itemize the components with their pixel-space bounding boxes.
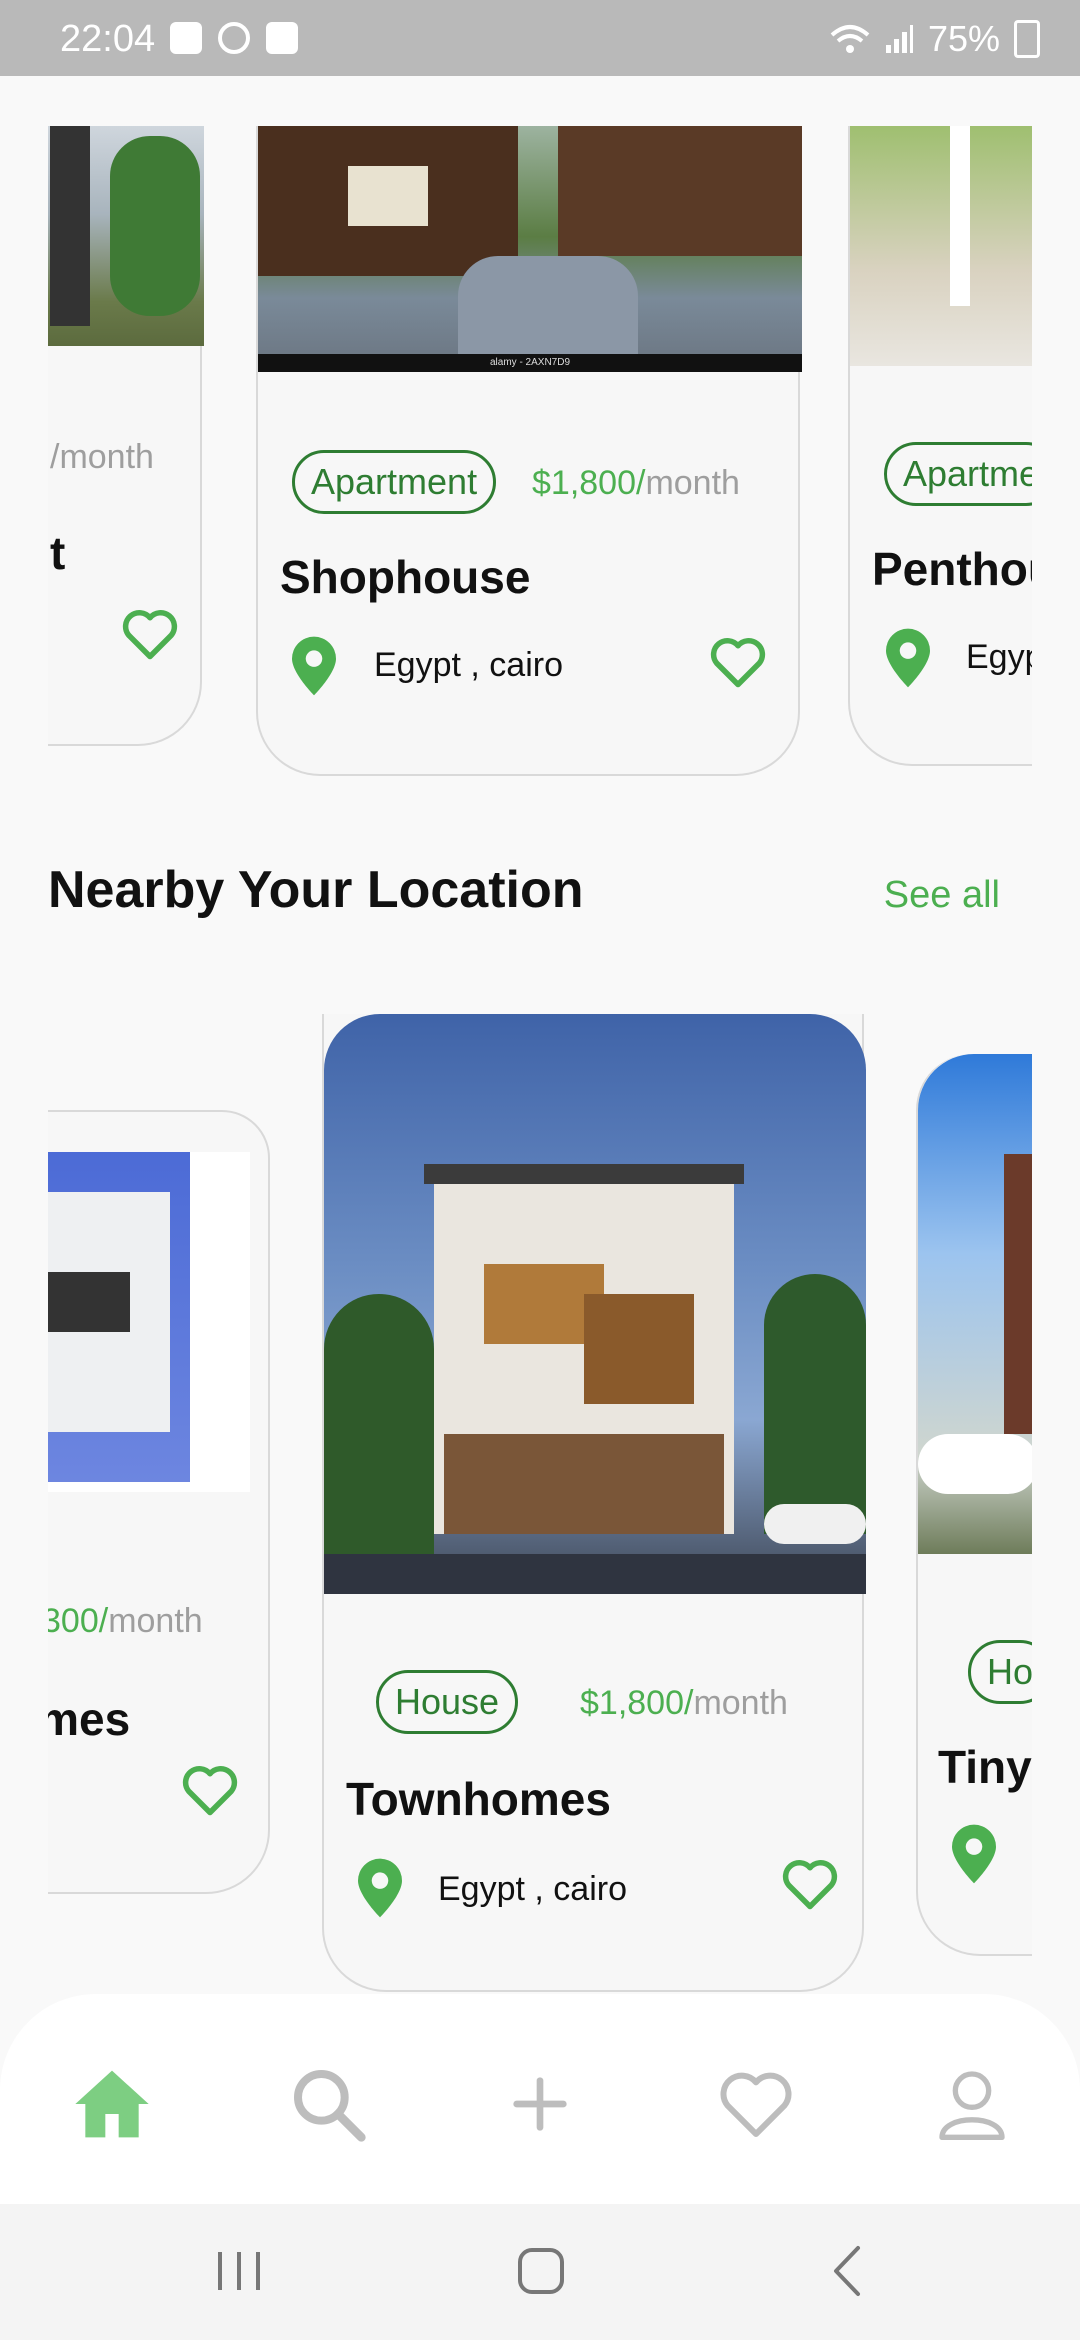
battery-icon	[1014, 20, 1040, 58]
nav-home[interactable]	[72, 2064, 152, 2144]
nav-add[interactable]	[500, 2064, 580, 2144]
price-suffix: /month	[50, 438, 154, 476]
heart-icon[interactable]	[780, 1856, 840, 1912]
search-icon	[294, 2070, 366, 2142]
price: 300/month	[48, 1602, 203, 1640]
gallery-icon	[170, 22, 202, 54]
heart-icon	[720, 2072, 792, 2137]
location-text: Egypt , cairo	[438, 1870, 627, 1908]
property-photo	[48, 1152, 250, 1492]
profile-icon	[939, 2071, 1005, 2140]
property-title: Penthou	[872, 543, 1032, 595]
property-photo	[324, 1014, 866, 1594]
checkbox-icon	[266, 22, 298, 54]
category-tag: Ho	[968, 1640, 1032, 1704]
location-pin-icon	[952, 1824, 996, 1884]
nav-profile[interactable]	[932, 2064, 1012, 2144]
featured-card-right[interactable]: Apartme Penthou Egyp	[848, 126, 1032, 766]
property-title: Townhomes	[346, 1773, 611, 1825]
status-notification-icons	[170, 22, 298, 54]
property-photo	[918, 1054, 1032, 1554]
location-pin-icon	[886, 628, 930, 688]
featured-card-shophouse[interactable]: alamy - 2AXN7D9 Apartment $1,800/month S…	[256, 126, 802, 776]
location-text: Egyp	[966, 638, 1032, 676]
category-tag: Apartment	[292, 450, 497, 514]
signal-icon	[885, 25, 913, 53]
property-title: Shophouse	[280, 551, 531, 603]
recent-apps-icon[interactable]	[214, 2248, 264, 2294]
home-button-icon[interactable]	[516, 2246, 566, 2296]
nearby-card-right[interactable]: Ho Tiny	[916, 1054, 1032, 1956]
nearby-card-left[interactable]: 300/month omes	[48, 1110, 270, 1894]
property-photo: alamy - 2AXN7D9	[258, 126, 802, 372]
sync-icon	[218, 22, 250, 54]
property-photo	[48, 126, 204, 346]
system-navigation-bar	[0, 2204, 1080, 2340]
featured-carousel[interactable]: /month t alamy - 2AXN7D9 Apartment $1,80…	[48, 126, 1032, 786]
location-text: Egypt , cairo	[374, 646, 563, 684]
home-icon	[75, 2070, 149, 2138]
nearby-carousel[interactable]: 300/month omes House $1,800/month Townho…	[48, 1010, 1032, 2000]
heart-icon[interactable]	[180, 1762, 240, 1818]
property-title: Tiny	[938, 1741, 1032, 1793]
battery-percent: 75%	[927, 18, 1000, 59]
property-title: t	[50, 527, 66, 579]
photo-watermark: alamy - 2AXN7D9	[258, 354, 802, 372]
heart-icon[interactable]	[708, 634, 768, 690]
property-photo	[850, 126, 1032, 366]
heart-icon[interactable]	[120, 606, 180, 662]
wifi-icon	[830, 25, 870, 53]
price: $1,800/month	[532, 464, 740, 502]
add-icon	[513, 2077, 567, 2131]
location-pin-icon	[292, 636, 336, 696]
see-all-link[interactable]: See all	[884, 874, 1000, 917]
status-right: 75%	[830, 18, 1040, 60]
status-time: 22:04	[60, 18, 156, 60]
bottom-navigation	[0, 1994, 1080, 2204]
back-icon[interactable]	[828, 2244, 868, 2298]
featured-card-left[interactable]: /month t	[48, 126, 204, 746]
location-pin-icon	[358, 1858, 402, 1918]
category-tag: Apartme	[884, 442, 1032, 506]
price: $1,800/month	[580, 1684, 788, 1722]
nav-favorites[interactable]	[716, 2064, 796, 2144]
section-title: Nearby Your Location	[48, 861, 584, 919]
property-title: omes	[48, 1693, 131, 1745]
nearby-card-townhomes[interactable]: House $1,800/month Townhomes Egypt , cai…	[322, 1014, 866, 1992]
nav-search[interactable]	[288, 2064, 368, 2144]
category-tag: House	[376, 1670, 519, 1734]
status-bar: 22:04 75%	[0, 0, 1080, 76]
